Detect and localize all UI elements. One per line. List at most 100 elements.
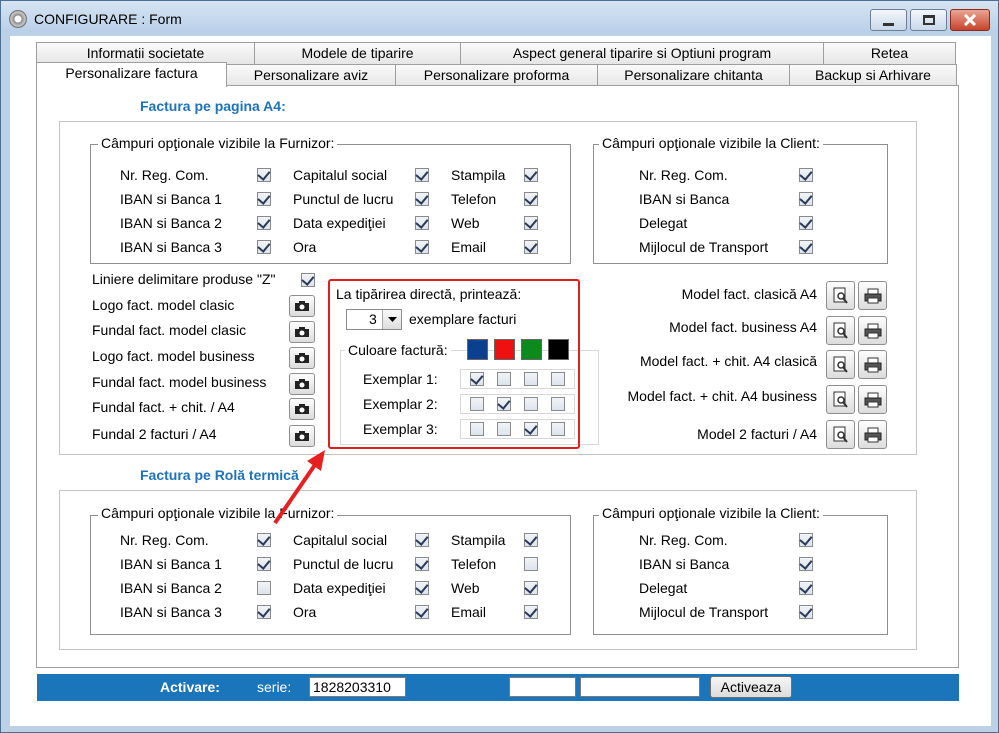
model-label: Model fact. clasică A4: [681, 286, 817, 302]
a4-furnizor-label: Email: [451, 239, 487, 255]
printer-icon: [864, 357, 881, 372]
preview-button[interactable]: [826, 385, 855, 414]
print-button[interactable]: [858, 385, 887, 414]
rola-furnizor-checkbox[interactable]: [415, 533, 429, 547]
rola-furnizor-checkbox[interactable]: [415, 605, 429, 619]
rola-furnizor-checkbox[interactable]: [415, 557, 429, 571]
serie-label: serie:: [257, 679, 292, 695]
camera-icon: [295, 404, 309, 414]
preview-icon: [833, 356, 848, 373]
rola-furnizor-label: Data expediţiei: [293, 580, 386, 596]
rola-furnizor-checkbox[interactable]: [524, 581, 538, 595]
highlight-arrow-icon: [273, 450, 325, 525]
a4-furnizor-checkbox[interactable]: [415, 192, 429, 206]
a4-furnizor-label: IBAN si Banca 2: [120, 215, 222, 231]
tab-personalizare-aviz[interactable]: Personalizare aviz: [226, 64, 396, 86]
camera-button[interactable]: [289, 398, 315, 420]
a4-client-checkbox[interactable]: [799, 168, 813, 182]
camera-icon: [295, 379, 309, 389]
camera-icon: [295, 327, 309, 337]
a4-client-label: IBAN si Banca: [639, 191, 730, 207]
a4-furnizor-checkbox[interactable]: [524, 168, 538, 182]
tab-informatii-societate[interactable]: Informatii societate: [36, 42, 255, 64]
close-button[interactable]: [950, 9, 990, 31]
rola-furnizor-label: Capitalul social: [293, 532, 388, 548]
camera-button[interactable]: [289, 321, 315, 343]
serie-input[interactable]: 1828203310: [309, 677, 406, 697]
printer-icon: [864, 288, 881, 303]
minimize-icon: [883, 22, 894, 26]
a4-furnizor-checkbox[interactable]: [257, 168, 271, 182]
tab-personalizare-proforma[interactable]: Personalizare proforma: [395, 64, 598, 86]
rola-furnizor-checkbox[interactable]: [524, 533, 538, 547]
a4-client-checkbox[interactable]: [799, 192, 813, 206]
a4-client-label: Nr. Reg. Com.: [639, 167, 728, 183]
rola-furnizor-checkbox[interactable]: [257, 581, 271, 595]
image-setting-label: Fundal 2 facturi / A4: [92, 426, 217, 442]
rola-client-checkbox[interactable]: [799, 581, 813, 595]
image-setting-label: Fundal fact. + chit. / A4: [92, 399, 235, 415]
rola-furnizor-label: Stampila: [451, 532, 506, 548]
a4-furnizor-checkbox[interactable]: [415, 216, 429, 230]
liniere-checkbox[interactable]: [301, 273, 315, 287]
maximize-button[interactable]: [910, 9, 947, 31]
a4-furnizor-checkbox[interactable]: [415, 168, 429, 182]
rola-furnizor-label: Telefon: [451, 556, 497, 572]
a4-furnizor-label: Telefon: [451, 191, 497, 207]
activeaza-button[interactable]: Activeaza: [710, 676, 792, 698]
preview-button[interactable]: [826, 281, 855, 310]
a4-furnizor-checkbox[interactable]: [415, 240, 429, 254]
a4-furnizor-checkbox[interactable]: [257, 216, 271, 230]
rola-furnizor-label: Nr. Reg. Com.: [120, 532, 209, 548]
camera-button[interactable]: [289, 425, 315, 447]
rola-furnizor-checkbox[interactable]: [257, 533, 271, 547]
a4-furnizor-checkbox[interactable]: [524, 240, 538, 254]
window-title: CONFIGURARE : Form: [34, 11, 182, 27]
a4-furnizor-checkbox[interactable]: [257, 240, 271, 254]
a4-section-title: Factura pe pagina A4:: [140, 98, 286, 114]
a4-furnizor-label: Web: [451, 215, 480, 231]
tab-backup-arhivare[interactable]: Backup si Arhivare: [789, 64, 957, 86]
camera-button[interactable]: [289, 295, 315, 317]
tab-aspect-general[interactable]: Aspect general tiparire si Optiuni progr…: [460, 42, 824, 64]
rola-client-checkbox[interactable]: [799, 557, 813, 571]
rola-furnizor-checkbox[interactable]: [257, 605, 271, 619]
a4-furnizor-checkbox[interactable]: [257, 192, 271, 206]
preview-button[interactable]: [826, 420, 855, 449]
rola-furnizor-label: Punctul de lucru: [293, 556, 394, 572]
rola-furnizor-label: Email: [451, 604, 487, 620]
rola-client-checkbox[interactable]: [799, 533, 813, 547]
print-button[interactable]: [858, 281, 887, 310]
rola-furnizor-checkbox[interactable]: [524, 605, 538, 619]
camera-button[interactable]: [289, 347, 315, 369]
rola-furnizor-checkbox[interactable]: [524, 557, 538, 571]
rola-furnizor-label: IBAN si Banca 3: [120, 604, 222, 620]
rola-furnizor-checkbox[interactable]: [257, 557, 271, 571]
print-button[interactable]: [858, 316, 887, 345]
preview-icon: [833, 287, 848, 304]
activation-field-2[interactable]: [509, 677, 576, 697]
model-label: Model fact. + chit. A4 clasică: [639, 353, 817, 369]
a4-furnizor-label: Stampila: [451, 167, 506, 183]
tab-personalizare-factura[interactable]: Personalizare factura: [36, 62, 227, 87]
liniere-label: Liniere delimitare produse "Z": [92, 271, 276, 287]
rola-furnizor-checkbox[interactable]: [415, 581, 429, 595]
minimize-button[interactable]: [870, 9, 907, 31]
rola-client-checkbox[interactable]: [799, 605, 813, 619]
preview-button[interactable]: [826, 350, 855, 379]
tab-modele-tiparire[interactable]: Modele de tiparire: [254, 42, 461, 64]
a4-furnizor-checkbox[interactable]: [524, 192, 538, 206]
print-button[interactable]: [858, 350, 887, 379]
a4-furnizor-label: Capitalul social: [293, 167, 388, 183]
a4-client-checkbox[interactable]: [799, 240, 813, 254]
activation-field-3[interactable]: [580, 677, 700, 697]
preview-button[interactable]: [826, 316, 855, 345]
tab-personalizare-chitanta[interactable]: Personalizare chitanta: [597, 64, 790, 86]
a4-furnizor-checkbox[interactable]: [524, 216, 538, 230]
print-button[interactable]: [858, 420, 887, 449]
tab-retea[interactable]: Retea: [823, 42, 956, 64]
a4-furnizor-label: Nr. Reg. Com.: [120, 167, 209, 183]
preview-icon: [833, 322, 848, 339]
a4-client-checkbox[interactable]: [799, 216, 813, 230]
camera-button[interactable]: [289, 373, 315, 395]
